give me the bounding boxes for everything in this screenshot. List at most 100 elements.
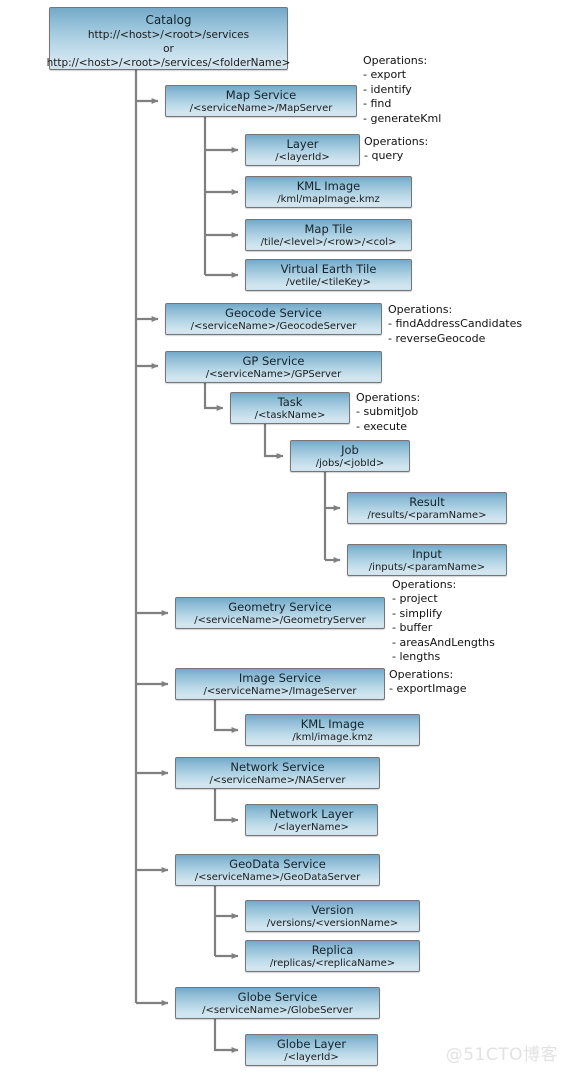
replica-title: Replica bbox=[311, 942, 354, 957]
layer-title: Layer bbox=[286, 136, 319, 151]
node-replica[interactable]: Replica /replicas/<replicaName> bbox=[245, 940, 420, 972]
operations-layer: Operations: - query bbox=[364, 135, 428, 164]
ops-item: - areasAndLengths bbox=[392, 635, 495, 649]
operations-image-service: Operations: - exportImage bbox=[389, 668, 467, 697]
ops-item: - buffer bbox=[392, 621, 433, 635]
virtual-earth-tile-title: Virtual Earth Tile bbox=[280, 261, 377, 276]
node-map-tile[interactable]: Map Tile /tile/<level>/<row>/<col> bbox=[245, 219, 412, 251]
ops-item: - generateKml bbox=[363, 111, 442, 125]
globe-layer-title: Globe Layer bbox=[276, 1036, 347, 1051]
network-service-path: /<serviceName>/NAServer bbox=[209, 774, 346, 786]
input-path: /inputs/<paramName> bbox=[368, 561, 486, 573]
globe-service-path: /<serviceName>/GlobeServer bbox=[202, 1004, 353, 1016]
node-layer[interactable]: Layer /<layerId> bbox=[245, 134, 360, 166]
ops-item: - lengths bbox=[392, 650, 441, 664]
ops-heading: Operations: bbox=[363, 54, 428, 67]
gp-service-path: /<serviceName>/GPServer bbox=[205, 368, 342, 380]
ops-item: - execute bbox=[356, 419, 408, 433]
geodata-service-title: GeoData Service bbox=[229, 856, 326, 871]
virtual-earth-tile-path: /vetile/<tileKey> bbox=[286, 276, 371, 288]
operations-map-service: Operations: - export - identify - find -… bbox=[363, 54, 441, 126]
network-layer-title: Network Layer bbox=[269, 806, 354, 821]
network-layer-path: /<layerName> bbox=[274, 821, 349, 833]
ops-item: - simplify bbox=[392, 606, 443, 620]
node-geodata-service[interactable]: GeoData Service /<serviceName>/GeoDataSe… bbox=[175, 854, 380, 886]
task-path: /<taskName> bbox=[254, 409, 326, 421]
geodata-service-path: /<serviceName>/GeoDataServer bbox=[194, 871, 361, 883]
node-catalog[interactable]: Catalog http://<host>/<root>/services or… bbox=[46, 7, 291, 70]
input-title: Input bbox=[412, 546, 442, 561]
ops-item: - identify bbox=[363, 82, 412, 96]
node-virtual-earth-tile[interactable]: Virtual Earth Tile /vetile/<tileKey> bbox=[245, 259, 412, 291]
geometry-service-path: /<serviceName>/GeometryServer bbox=[194, 614, 366, 626]
edge-gp-task bbox=[203, 383, 224, 411]
node-result[interactable]: Result /results/<paramName> bbox=[347, 492, 507, 524]
globe-layer-path: /<layerId> bbox=[284, 1051, 339, 1063]
geocode-service-path: /<serviceName>/GeocodeServer bbox=[190, 320, 357, 332]
version-title: Version bbox=[311, 902, 354, 917]
ops-heading: Operations: bbox=[392, 578, 457, 591]
node-geometry-service[interactable]: Geometry Service /<serviceName>/Geometry… bbox=[175, 597, 385, 629]
ops-heading: Operations: bbox=[389, 668, 454, 681]
catalog-url-folder: http://<host>/<root>/services/<folderNam… bbox=[46, 57, 291, 69]
node-task[interactable]: Task /<taskName> bbox=[230, 392, 350, 424]
node-kml-image-img[interactable]: KML Image /kml/image.kmz bbox=[245, 714, 420, 746]
kml-image-img-title: KML Image bbox=[300, 716, 365, 731]
map-service-title: Map Service bbox=[225, 87, 297, 102]
operations-geometry-service: Operations: - project - simplify - buffe… bbox=[392, 578, 495, 664]
kml-image-img-path: /kml/image.kmz bbox=[292, 731, 373, 743]
node-gp-service[interactable]: GP Service /<serviceName>/GPServer bbox=[165, 351, 382, 383]
ops-item: - exportImage bbox=[389, 682, 467, 696]
node-globe-layer[interactable]: Globe Layer /<layerId> bbox=[245, 1034, 378, 1066]
result-path: /results/<paramName> bbox=[367, 509, 487, 521]
ops-heading: Operations: bbox=[364, 135, 429, 148]
watermark: @51CTO博客 bbox=[445, 1045, 558, 1065]
ops-item: - submitJob bbox=[356, 405, 419, 419]
image-service-title: Image Service bbox=[238, 670, 322, 685]
node-network-layer[interactable]: Network Layer /<layerName> bbox=[245, 804, 378, 836]
diagram-canvas: Catalog http://<host>/<root>/services or… bbox=[0, 0, 568, 1079]
gp-service-title: GP Service bbox=[242, 353, 305, 368]
edge-globe-layer bbox=[213, 1019, 239, 1053]
globe-service-title: Globe Service bbox=[237, 989, 318, 1004]
map-tile-title: Map Tile bbox=[304, 221, 353, 236]
version-path: /versions/<versionName> bbox=[266, 917, 399, 929]
ops-item: - findAddressCandidates bbox=[388, 317, 523, 331]
ops-heading: Operations: bbox=[388, 303, 453, 316]
image-service-path: /<serviceName>/ImageServer bbox=[203, 685, 357, 697]
edge-image-kml bbox=[213, 700, 239, 733]
task-title: Task bbox=[277, 394, 303, 409]
geocode-service-title: Geocode Service bbox=[225, 305, 322, 320]
job-path: /jobs/<jobId> bbox=[315, 457, 385, 469]
layer-path: /<layerId> bbox=[275, 151, 330, 163]
node-network-service[interactable]: Network Service /<serviceName>/NAServer bbox=[175, 757, 380, 789]
node-globe-service[interactable]: Globe Service /<serviceName>/GlobeServer bbox=[175, 987, 380, 1019]
result-title: Result bbox=[409, 494, 445, 509]
kml-image-map-path: /kml/mapImage.kmz bbox=[277, 193, 380, 205]
geometry-service-title: Geometry Service bbox=[228, 599, 332, 614]
map-tile-path: /tile/<level>/<row>/<col> bbox=[260, 236, 397, 248]
operations-task: Operations: - submitJob - execute bbox=[356, 391, 420, 434]
node-input[interactable]: Input /inputs/<paramName> bbox=[347, 544, 507, 576]
node-job[interactable]: Job /jobs/<jobId> bbox=[290, 440, 410, 472]
catalog-url-separator: or bbox=[163, 43, 174, 55]
node-image-service[interactable]: Image Service /<serviceName>/ImageServer bbox=[175, 668, 385, 700]
replica-path: /replicas/<replicaName> bbox=[269, 957, 396, 969]
catalog-title: Catalog bbox=[145, 13, 192, 27]
edge-task-job bbox=[263, 424, 284, 459]
network-service-title: Network Service bbox=[230, 759, 325, 774]
job-title: Job bbox=[341, 442, 359, 457]
ops-item: - project bbox=[392, 592, 438, 606]
ops-heading: Operations: bbox=[356, 391, 421, 404]
map-service-path: /<serviceName>/MapServer bbox=[189, 102, 333, 114]
catalog-url-primary: http://<host>/<root>/services bbox=[87, 29, 250, 41]
ops-item: - export bbox=[363, 68, 407, 82]
node-geocode-service[interactable]: Geocode Service /<serviceName>/GeocodeSe… bbox=[165, 303, 382, 335]
node-version[interactable]: Version /versions/<versionName> bbox=[245, 900, 420, 932]
edge-network-layer bbox=[213, 789, 239, 823]
operations-geocode-service: Operations: - findAddressCandidates - re… bbox=[388, 303, 522, 346]
node-kml-image-map[interactable]: KML Image /kml/mapImage.kmz bbox=[245, 176, 412, 208]
ops-item: - reverseGeocode bbox=[388, 331, 486, 345]
node-map-service[interactable]: Map Service /<serviceName>/MapServer bbox=[165, 85, 357, 117]
ops-item: - query bbox=[364, 149, 404, 163]
